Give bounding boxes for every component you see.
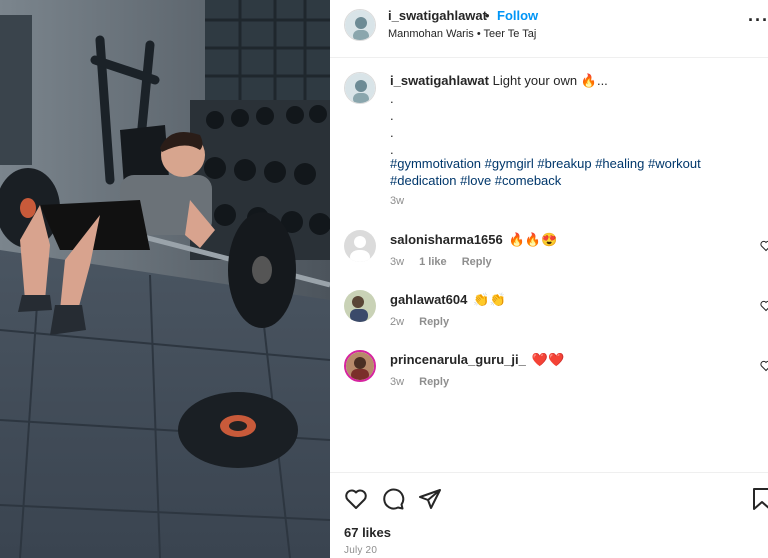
comment-username-text[interactable]: princenarula_guru_ji_ [390, 352, 526, 367]
comment-text: 👏👏 [473, 292, 506, 307]
comment-like-icon[interactable] [760, 360, 768, 372]
avatar-image [345, 73, 375, 103]
commenter-avatar-story[interactable] [344, 350, 376, 382]
caption-body: Light your own 🔥... [492, 73, 608, 88]
follow-button[interactable]: Follow [497, 8, 538, 23]
author-avatar[interactable] [344, 9, 376, 41]
comment-username[interactable]: princenarula_guru_ji_ ❤️❤️ [390, 352, 564, 368]
avatar-default-icon [344, 230, 376, 262]
comment-username-text[interactable]: salonisharma1656 [390, 232, 503, 247]
comment-row: princenarula_guru_ji_ ❤️❤️ 3w Reply [330, 350, 768, 400]
author-username[interactable]: i_swatigahlawat [388, 8, 487, 23]
commenter-avatar[interactable] [344, 230, 376, 262]
comment-username-text[interactable]: gahlawat604 [390, 292, 467, 307]
speech-bubble-icon [383, 488, 405, 510]
post-date[interactable]: July 20 [344, 545, 377, 556]
likes-count[interactable]: 67 likes [344, 525, 391, 540]
caption-dot: . [390, 125, 394, 140]
more-icon[interactable]: ··· [748, 10, 768, 30]
comment-like-icon[interactable] [760, 240, 768, 252]
avatar-image [344, 290, 376, 322]
reply-button[interactable]: Reply [462, 256, 492, 268]
avatar-image [346, 352, 374, 380]
caption-dot: . [390, 108, 394, 123]
heart-outline-icon [760, 360, 768, 372]
comment-username[interactable]: gahlawat604 👏👏 [390, 292, 506, 308]
comment-text: ❤️❤️ [531, 352, 565, 367]
save-icon[interactable] [752, 487, 768, 511]
comment-meta: 3w 1 like Reply [390, 256, 504, 268]
comment-likes[interactable]: 1 like [419, 256, 447, 268]
heart-outline-icon [760, 240, 768, 252]
comment-row: salonisharma1656 🔥🔥😍 3w 1 like Reply [330, 230, 768, 280]
comment-time[interactable]: 3w [390, 376, 404, 388]
reply-button[interactable]: Reply [419, 316, 449, 328]
like-icon[interactable] [344, 487, 368, 511]
caption-avatar[interactable] [344, 72, 376, 104]
comment-meta: 3w Reply [390, 376, 461, 388]
heart-outline-icon [760, 300, 768, 312]
audio-track[interactable]: Manmohan Waris • Teer Te Taj [388, 28, 536, 40]
share-icon[interactable] [418, 487, 442, 511]
post-photo[interactable] [0, 0, 330, 558]
caption-username[interactable]: i_swatigahlawat [390, 73, 489, 88]
comment-username[interactable]: salonisharma1656 🔥🔥😍 [390, 232, 557, 248]
heart-icon [345, 489, 367, 509]
comment-icon[interactable] [381, 487, 405, 511]
caption-dot: . [390, 91, 394, 106]
bookmark-icon [753, 488, 768, 510]
caption-text: i_swatigahlawat Light your own 🔥... [390, 73, 750, 89]
caption-hashtags[interactable]: #gymmotivation #gymgirl #breakup #healin… [390, 155, 750, 189]
comment-row: gahlawat604 👏👏 2w Reply [330, 290, 768, 340]
post-side-panel: i_swatigahlawat • Follow Manmohan Waris … [330, 0, 768, 558]
comment-time[interactable]: 2w [390, 316, 404, 328]
commenter-avatar[interactable] [344, 290, 376, 322]
comment-time[interactable]: 3w [390, 256, 404, 268]
comment-text: 🔥🔥😍 [508, 232, 558, 247]
comment-meta: 2w Reply [390, 316, 461, 328]
reply-button[interactable]: Reply [419, 376, 449, 388]
paper-plane-icon [419, 489, 441, 509]
comment-like-icon[interactable] [760, 300, 768, 312]
avatar-image [345, 10, 375, 40]
header-separator: • [485, 8, 490, 23]
post-header: i_swatigahlawat • Follow Manmohan Waris … [330, 0, 768, 58]
gym-photo-illustration [0, 0, 330, 558]
post-footer: 67 likes July 20 [330, 472, 768, 558]
caption-timestamp[interactable]: 3w [390, 195, 404, 207]
